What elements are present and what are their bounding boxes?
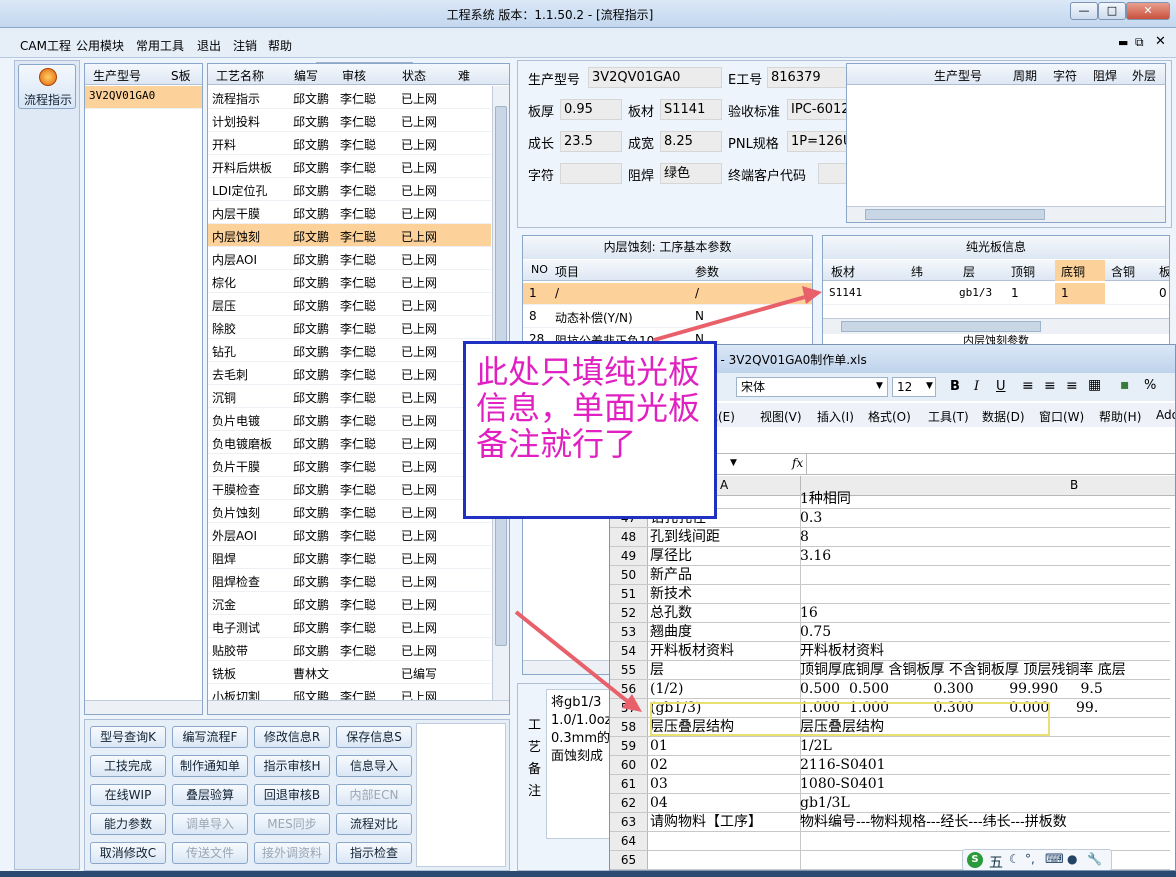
arrow-to-bare-board <box>653 293 813 342</box>
arrow-head <box>802 286 822 304</box>
callout-box: 此处只填纯光板信息，单面光板备注就行了 <box>463 341 717 519</box>
callout-text: 此处只填纯光板信息，单面光板备注就行了 <box>476 353 701 463</box>
arrow-to-excel-row <box>514 610 634 707</box>
taskbar <box>0 871 1176 877</box>
arrow-head <box>622 694 642 712</box>
